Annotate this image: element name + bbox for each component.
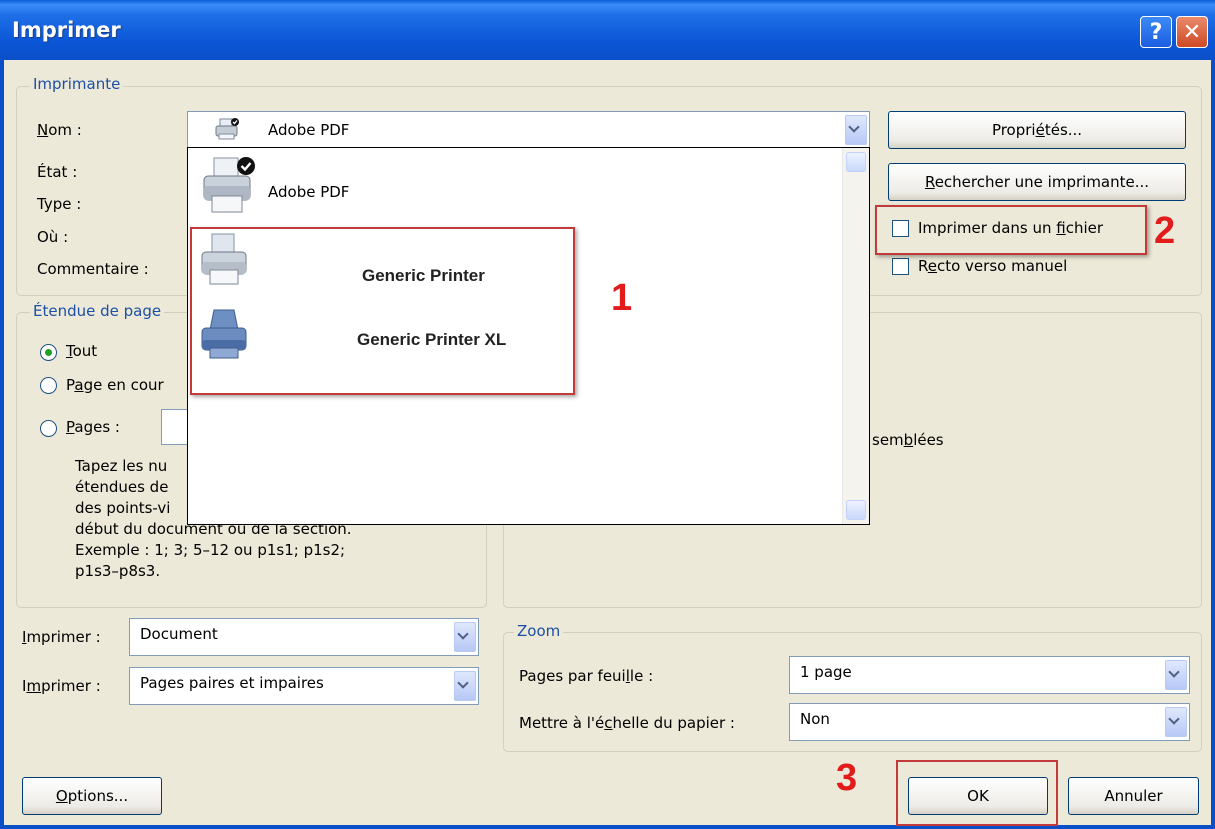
scale-label: Mettre à l'échelle du papier : bbox=[519, 714, 735, 732]
title-bar bbox=[0, 0, 1215, 60]
scroll-up-icon[interactable] bbox=[846, 152, 866, 172]
radio-pages[interactable] bbox=[40, 420, 57, 437]
close-button[interactable]: ✕ bbox=[1176, 16, 1208, 48]
annotation-box-2 bbox=[875, 205, 1147, 255]
help-line: Exemple : 1; 3; 5–12 ou p1s1; p1s2; bbox=[75, 541, 346, 559]
manual-duplex-checkbox[interactable] bbox=[892, 258, 909, 275]
annotation-number-1: 1 bbox=[611, 277, 633, 319]
print-pages-label: Imprimer : bbox=[22, 677, 101, 695]
annotation-number-3: 3 bbox=[836, 757, 858, 799]
print-what-combo[interactable]: Document bbox=[129, 618, 479, 656]
pages-per-sheet-value: 1 page bbox=[800, 663, 852, 681]
radio-all[interactable] bbox=[40, 344, 57, 361]
pages-per-sheet-label: Pages par feuille : bbox=[519, 667, 654, 685]
options-button[interactable]: Options... bbox=[22, 777, 162, 815]
chevron-down-icon[interactable] bbox=[845, 115, 867, 145]
annotation-number-2: 2 bbox=[1154, 210, 1176, 252]
name-label: Nom : bbox=[37, 121, 82, 139]
dropdown-item-adobe-pdf[interactable]: Adobe PDF bbox=[268, 183, 349, 201]
printer-group-label: Imprimante bbox=[30, 75, 124, 93]
printer-default-icon bbox=[200, 156, 258, 218]
radio-all-label[interactable]: Tout bbox=[66, 342, 97, 360]
radio-pages-label[interactable]: Pages : bbox=[66, 418, 120, 436]
print-what-label: Imprimer : bbox=[22, 628, 101, 646]
manual-duplex-label[interactable]: Recto verso manuel bbox=[918, 257, 1067, 275]
printer-name-combo[interactable]: Adobe PDF bbox=[187, 111, 870, 149]
printer-name-value: Adobe PDF bbox=[268, 121, 350, 139]
properties-button[interactable]: Propriétés... bbox=[888, 111, 1186, 149]
chevron-down-icon[interactable] bbox=[1165, 660, 1187, 690]
radio-current-page-label[interactable]: Page en cour bbox=[66, 376, 164, 394]
page-range-group-label: Étendue de page bbox=[30, 302, 165, 320]
print-what-value: Document bbox=[140, 625, 218, 643]
chevron-down-icon[interactable] bbox=[1165, 707, 1187, 737]
scale-combo[interactable]: Non bbox=[789, 703, 1190, 741]
print-pages-value: Pages paires et impaires bbox=[140, 674, 324, 692]
chevron-down-icon[interactable] bbox=[454, 622, 476, 652]
pages-per-sheet-combo[interactable]: 1 page bbox=[789, 656, 1190, 694]
where-label: Où : bbox=[37, 228, 69, 246]
scroll-down-icon[interactable] bbox=[846, 500, 866, 520]
printer-small-icon bbox=[214, 118, 240, 142]
print-pages-combo[interactable]: Pages paires et impaires bbox=[129, 667, 479, 705]
collate-label-fragment[interactable]: semblées bbox=[872, 431, 944, 449]
window-title: Imprimer bbox=[12, 18, 121, 42]
zoom-group-label: Zoom bbox=[514, 622, 564, 640]
help-line: p1s3–p8s3. bbox=[75, 562, 161, 580]
help-button[interactable]: ? bbox=[1140, 16, 1172, 48]
status-label: État : bbox=[37, 163, 78, 181]
type-label: Type : bbox=[37, 195, 82, 213]
cancel-button[interactable]: Annuler bbox=[1068, 777, 1199, 815]
comment-label: Commentaire : bbox=[37, 260, 149, 278]
find-printer-button[interactable]: Rechercher une imprimante... bbox=[888, 163, 1186, 201]
scale-value: Non bbox=[800, 710, 830, 728]
dropdown-scrollbar[interactable] bbox=[842, 148, 869, 524]
ok-button[interactable]: OK bbox=[908, 777, 1048, 815]
chevron-down-icon[interactable] bbox=[454, 671, 476, 701]
annotation-box-1 bbox=[190, 227, 575, 395]
radio-current-page[interactable] bbox=[40, 377, 57, 394]
